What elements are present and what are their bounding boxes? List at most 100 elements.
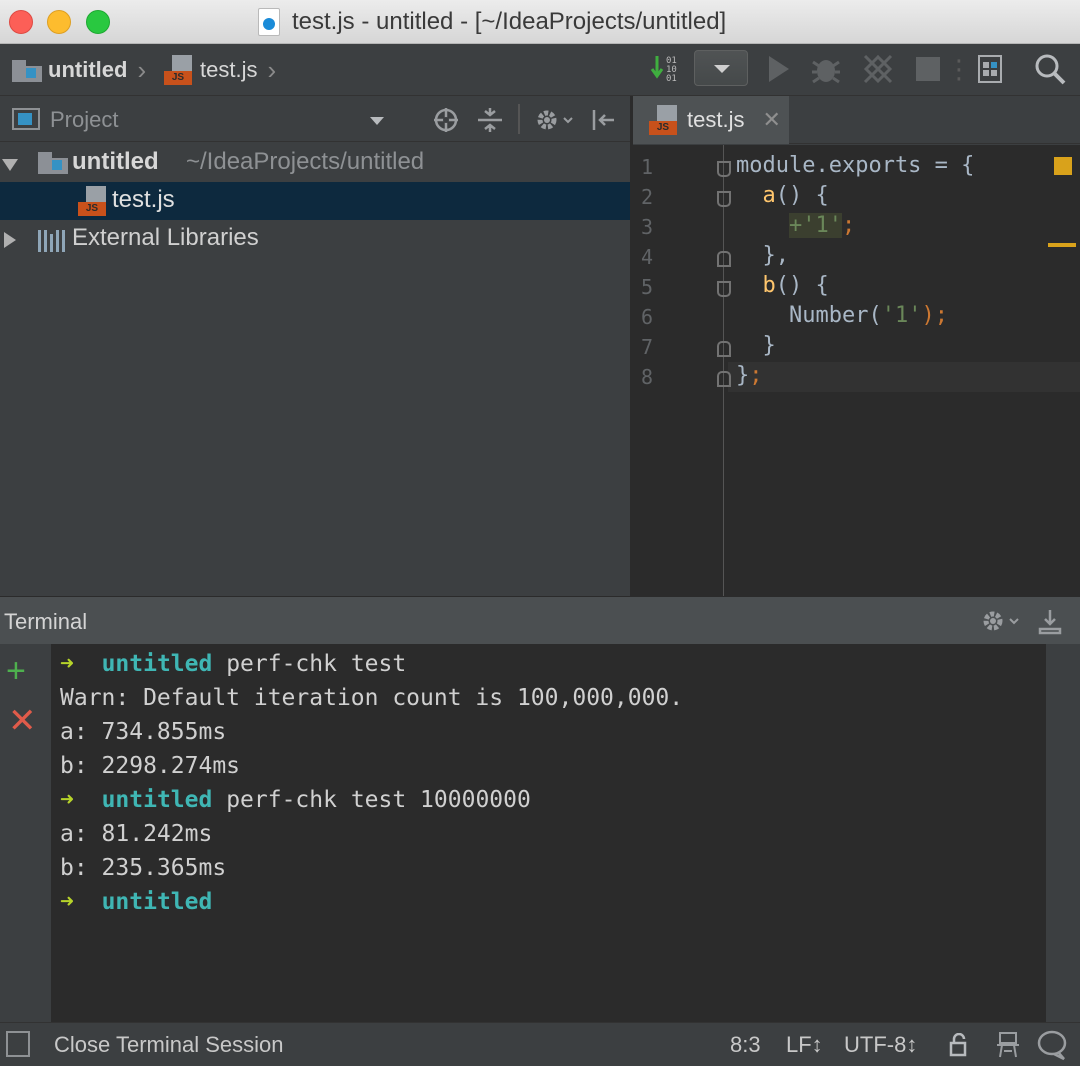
navigation-bar: untitled › JS test.js › 01 10 01 ⋮ xyxy=(0,44,1080,96)
chevron-right-icon: › xyxy=(137,54,147,85)
line-separator-selector[interactable]: LF↕ xyxy=(786,1032,823,1058)
terminal-header: Terminal xyxy=(0,596,1080,644)
code-line-1: module.exports = { xyxy=(736,153,975,178)
tree-item-label: test.js xyxy=(112,186,175,213)
collapse-all-icon[interactable] xyxy=(476,106,504,141)
breadcrumb-file-label: test.js xyxy=(200,57,258,82)
line-number: 8 xyxy=(641,365,654,389)
warning-stripe-marker[interactable] xyxy=(1054,157,1072,175)
terminal-line: ➜ untitled xyxy=(60,889,213,915)
current-line-highlight xyxy=(728,362,1080,392)
terminal-output[interactable]: ➜ untitled perf-chk test Warn: Default i… xyxy=(52,644,1046,1022)
fold-marker-icon[interactable] xyxy=(717,161,731,177)
debug-icon[interactable] xyxy=(808,52,844,86)
status-message: Close Terminal Session xyxy=(54,1032,284,1057)
terminal-line: Warn: Default iteration count is 100,000… xyxy=(60,685,684,711)
code-line-3: +'1'; xyxy=(788,213,856,238)
terminal-line: b: 2298.274ms xyxy=(60,753,241,779)
fold-marker-icon[interactable] xyxy=(717,191,731,207)
project-panel-title[interactable]: Project xyxy=(50,107,118,133)
fold-end-marker-icon[interactable] xyxy=(717,251,731,267)
tree-item-path: ~/IdeaProjects/untitled xyxy=(186,148,425,175)
fold-end-marker-icon[interactable] xyxy=(717,341,731,357)
gear-icon[interactable] xyxy=(534,106,576,141)
gear-icon[interactable] xyxy=(980,607,1022,640)
code-line-2: a() { xyxy=(762,183,829,208)
js-file-icon: JS xyxy=(78,186,108,216)
js-file-icon: JS xyxy=(649,105,679,135)
tab-test-js[interactable]: JS test.js ✕ xyxy=(633,96,789,144)
tree-item-untitled[interactable]: untitled ~/IdeaProjects/untitled xyxy=(0,144,630,182)
code-editor[interactable]: 1 2 3 4 5 6 7 8 module.exports = { a() {… xyxy=(633,145,1080,596)
chevron-right-icon: › xyxy=(267,54,277,85)
code-line-8: }; xyxy=(736,363,763,388)
project-view-icon xyxy=(12,108,40,130)
terminal-toolbar: + ✕ xyxy=(0,644,52,1022)
terminal-line: ➜ untitled perf-chk test 10000000 xyxy=(60,787,531,813)
line-number: 4 xyxy=(641,245,654,269)
tree-item-test-js[interactable]: JS test.js xyxy=(0,182,630,220)
run-configuration-dropdown[interactable] xyxy=(694,50,748,86)
code-line-5: b() { xyxy=(762,273,829,298)
minimize-window-button[interactable] xyxy=(47,10,71,34)
project-structure-icon[interactable] xyxy=(972,52,1008,86)
terminal-scrollbar[interactable] xyxy=(1046,644,1080,1022)
project-tree: untitled ~/IdeaProjects/untitled JS test… xyxy=(0,142,630,596)
line-number: 1 xyxy=(641,155,654,179)
plus-icon[interactable]: + xyxy=(6,654,26,688)
encoding-selector[interactable]: UTF-8↕ xyxy=(844,1032,917,1058)
project-panel-header: Project xyxy=(0,96,630,142)
close-icon[interactable]: ✕ xyxy=(8,704,37,738)
terminal-line: b: 235.365ms xyxy=(60,855,227,881)
run-icon[interactable] xyxy=(764,52,794,86)
svg-text:01: 01 xyxy=(666,74,677,84)
title-bar: test.js - untitled - [~/IdeaProjects/unt… xyxy=(0,0,1080,44)
header-separator xyxy=(518,104,520,134)
tab-label: test.js xyxy=(687,107,745,132)
caret-position[interactable]: 8:3 xyxy=(730,1032,761,1058)
window-title: test.js - untitled - [~/IdeaProjects/unt… xyxy=(292,8,727,35)
line-number: 5 xyxy=(641,275,654,299)
breadcrumb-project[interactable]: untitled › xyxy=(12,54,146,86)
expand-arrow-icon[interactable] xyxy=(2,159,18,171)
terminal-title: Terminal xyxy=(4,609,88,634)
terminal-line: a: 81.242ms xyxy=(60,821,213,847)
breadcrumb-project-label: untitled xyxy=(48,57,128,82)
line-number: 6 xyxy=(641,305,654,329)
zoom-window-button[interactable] xyxy=(86,10,110,34)
tree-item-label: External Libraries xyxy=(72,224,259,251)
code-line-6: Number('1'); xyxy=(736,303,948,328)
build-icon[interactable]: 01 10 01 xyxy=(648,52,684,86)
locate-file-icon[interactable] xyxy=(432,106,460,141)
tree-item-external-libraries[interactable]: External Libraries xyxy=(0,220,630,258)
search-icon[interactable] xyxy=(1032,52,1068,86)
libraries-icon xyxy=(38,228,66,252)
status-bar: Close Terminal Session 8:3 LF↕ UTF-8↕ xyxy=(0,1022,1080,1066)
editor-tabs: JS test.js ✕ xyxy=(633,96,1080,144)
event-log-icon[interactable] xyxy=(1036,1029,1068,1066)
lock-icon[interactable] xyxy=(948,1032,970,1063)
toolbar-separator: ⋮ xyxy=(946,53,972,84)
code-line-7: } xyxy=(736,333,776,358)
fold-end-marker-icon[interactable] xyxy=(717,371,731,387)
tool-windows-toggle-icon[interactable] xyxy=(6,1031,30,1057)
window-title-group: test.js - untitled - [~/IdeaProjects/unt… xyxy=(258,6,726,38)
error-stripe-marker[interactable] xyxy=(1048,243,1076,247)
fold-marker-icon[interactable] xyxy=(717,281,731,297)
hide-panel-icon[interactable] xyxy=(590,106,618,141)
coverage-icon[interactable] xyxy=(860,52,896,86)
hide-terminal-icon[interactable] xyxy=(1036,607,1064,640)
terminal-line: a: 734.855ms xyxy=(60,719,227,745)
js-file-icon: JS xyxy=(164,55,194,85)
document-icon xyxy=(258,8,280,36)
expand-arrow-icon[interactable] xyxy=(4,232,16,248)
line-number: 7 xyxy=(641,335,654,359)
close-icon[interactable]: ✕ xyxy=(762,107,780,133)
inspector-icon[interactable] xyxy=(994,1031,1022,1065)
breadcrumb-file[interactable]: JS test.js › xyxy=(164,54,276,86)
terminal-line: ➜ untitled perf-chk test xyxy=(60,651,407,677)
project-folder-icon xyxy=(12,58,42,82)
chevron-down-icon[interactable] xyxy=(370,117,384,125)
stop-icon[interactable] xyxy=(912,52,944,86)
close-window-button[interactable] xyxy=(9,10,33,34)
